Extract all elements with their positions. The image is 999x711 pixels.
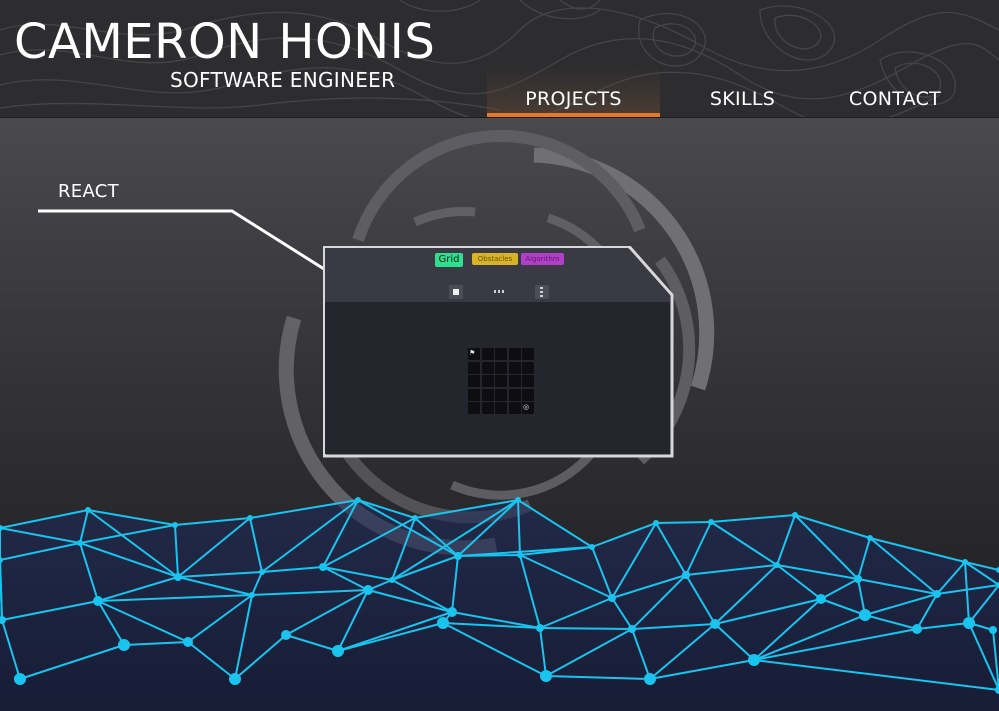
network-node <box>172 522 178 528</box>
network-node <box>708 519 714 525</box>
network-node <box>363 585 373 595</box>
network-node <box>540 670 552 682</box>
network-node <box>792 512 798 518</box>
network-node <box>989 626 997 634</box>
network-node <box>281 630 291 640</box>
network-node <box>912 624 922 634</box>
network-node <box>14 673 26 685</box>
network-edge <box>655 521 712 524</box>
network-node <box>774 562 780 568</box>
network-background <box>0 497 999 711</box>
network-node <box>933 590 941 598</box>
network-edge <box>457 554 521 557</box>
network-node <box>355 497 361 503</box>
network-node <box>515 497 521 503</box>
network-node <box>183 637 193 647</box>
network-node <box>859 609 871 621</box>
network-node <box>653 520 659 526</box>
network-node <box>517 552 523 558</box>
network-node <box>389 577 395 583</box>
network-node <box>412 515 418 521</box>
network-node <box>644 673 656 685</box>
network-node <box>628 625 636 633</box>
network-node <box>77 540 83 546</box>
network-node <box>867 535 873 541</box>
network-node <box>85 507 91 513</box>
network-node <box>249 592 255 598</box>
network-node <box>174 573 182 581</box>
network-node <box>93 596 103 606</box>
page: CAMERON HONIS SOFTWARE ENGINEER PROJECTS… <box>0 0 999 711</box>
network-node <box>259 569 265 575</box>
network-node <box>319 563 327 571</box>
network-edge <box>539 627 633 630</box>
network-node <box>437 617 449 629</box>
network-node <box>118 639 130 651</box>
network-node <box>454 552 462 560</box>
network-node <box>247 515 253 521</box>
network-node <box>589 544 595 550</box>
network-node <box>332 645 344 657</box>
network-node <box>682 571 690 579</box>
network-node <box>816 594 826 604</box>
network-node <box>962 559 968 565</box>
network-node <box>608 594 616 602</box>
network-node <box>447 607 457 617</box>
network-node <box>748 654 760 666</box>
network-node <box>229 673 241 685</box>
network-node <box>536 624 544 632</box>
network-node <box>963 617 975 629</box>
network-node <box>854 575 862 583</box>
network-node <box>710 619 720 629</box>
